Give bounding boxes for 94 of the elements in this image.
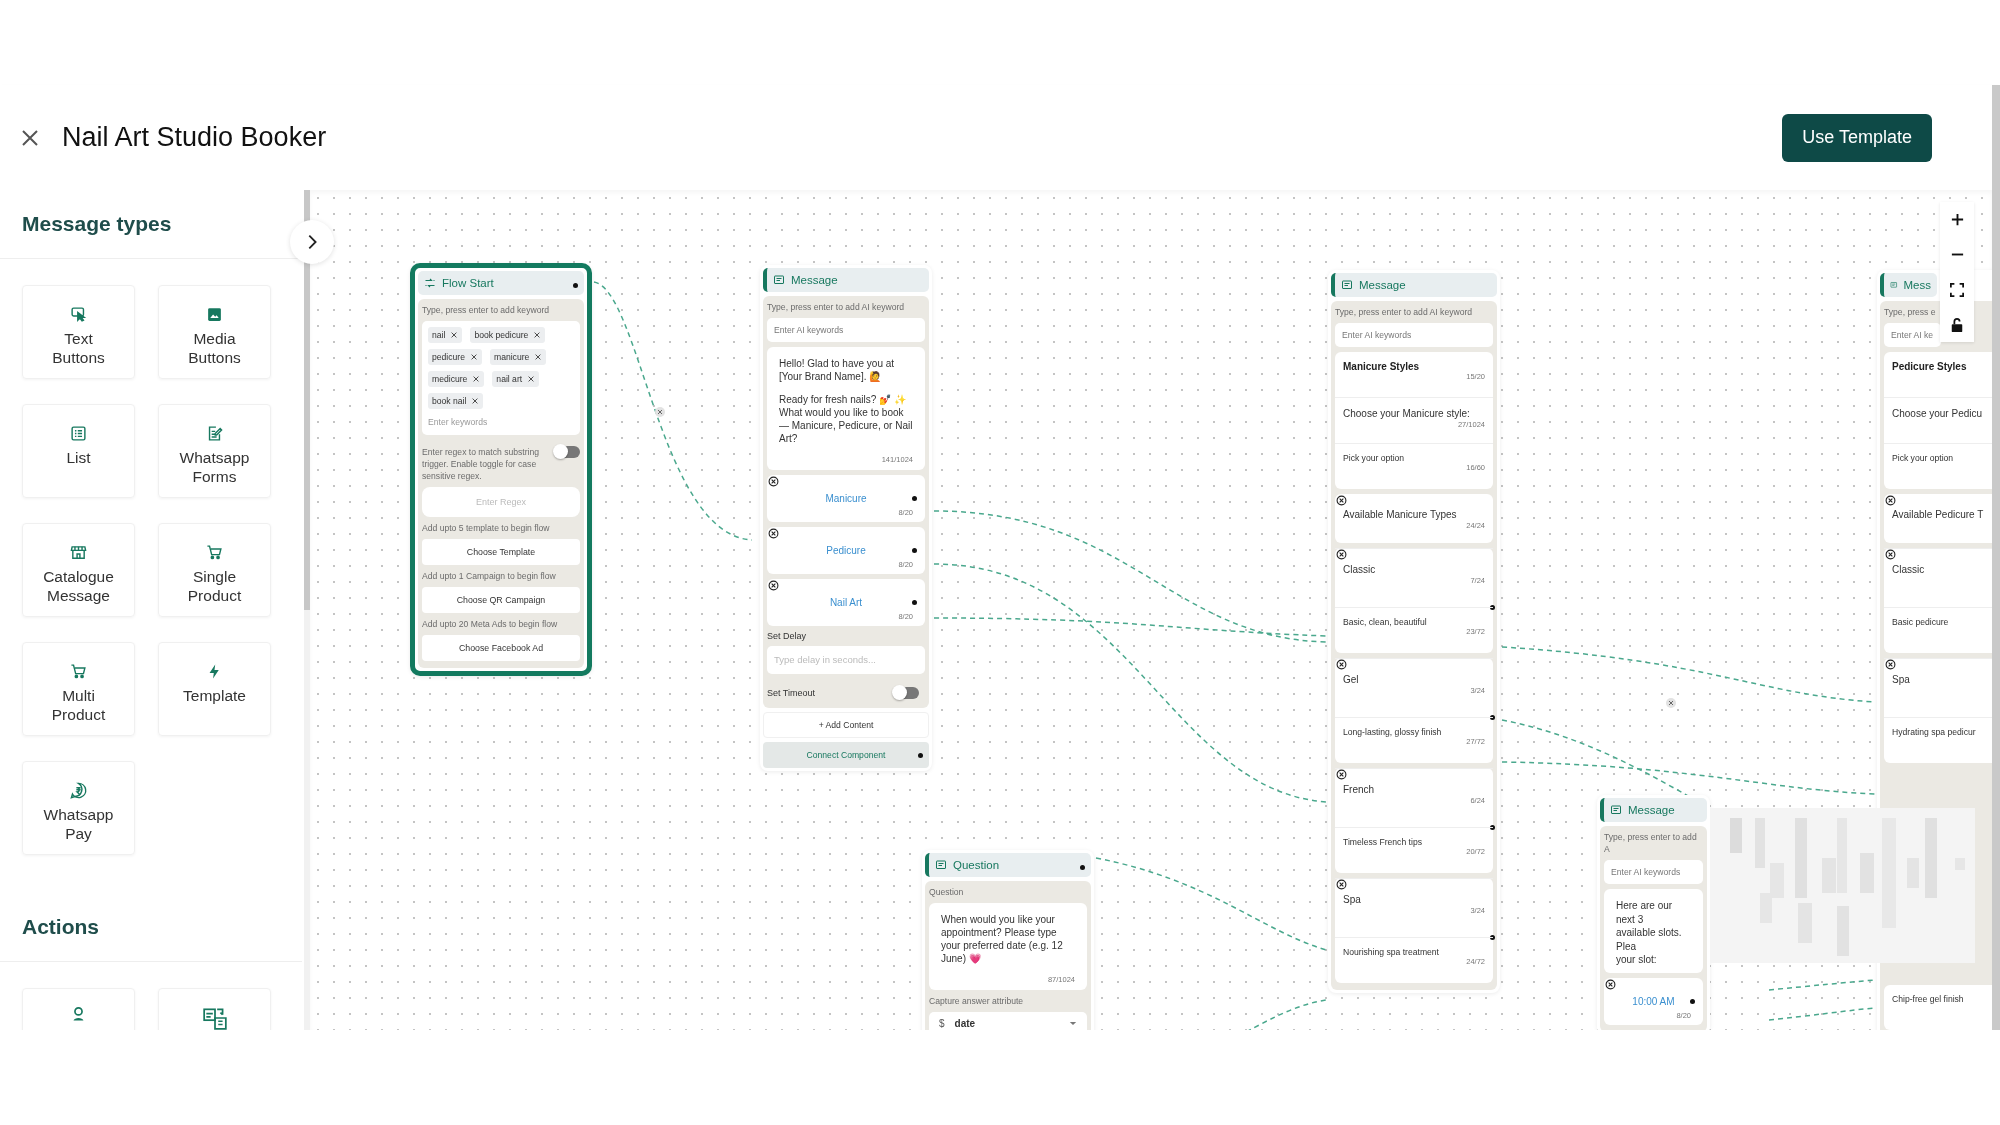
message-type-card[interactable]: Catalogue Message — [22, 523, 135, 617]
keyword-field[interactable]: Enter AI ke — [1884, 323, 1941, 348]
row-title: French — [1343, 783, 1376, 797]
list-body-text: Choose your Pedicu — [1892, 407, 1984, 421]
keyword-tag: book nail — [428, 393, 484, 410]
list-row[interactable]: Chip-free gel finish — [1884, 985, 1992, 1030]
node-header[interactable]: Question — [925, 853, 1091, 877]
regex-hint: Enter regex to match substring trigger. Enable toggle for case sensitive regex. — [422, 446, 541, 483]
field-label: Type, press enter to add keyword — [422, 304, 551, 317]
message-type-card[interactable]: Template — [158, 642, 271, 736]
card-label: Template — [182, 686, 247, 706]
row-title: Classic — [1343, 563, 1377, 577]
list-row[interactable]: Spa Hydrating spa pedicur — [1884, 658, 1992, 764]
row-title: Classic — [1892, 563, 1926, 577]
keyword-field[interactable]: nail book pedicure pedicure manicure medicure nail art book nail Enter keywords — [422, 321, 580, 436]
card-label: Text Buttons — [51, 329, 106, 368]
field-label: Type, press enter to add AI keyword — [1335, 306, 1474, 319]
message-text: Ready for fresh nails? 💅 ✨ What would you like to book — Manicure, Pedicure, or Nail Art? — [779, 393, 913, 446]
button-label: Nail Art — [829, 597, 863, 609]
keyword-field[interactable]: Enter AI keywords — [1335, 323, 1493, 348]
card-label: Whatsapp Pay — [42, 805, 115, 844]
section-title: Message types — [22, 212, 172, 236]
message-text: Hello! Glad to have you at [Your Brand Name]. 🙋 — [779, 357, 896, 384]
card-label: Whatsapp Forms — [178, 448, 251, 487]
question-text: When would you like your appointment? Please type your preferred date (e.g. 12 June) 💗 — [941, 913, 1064, 966]
row-title: Spa — [1892, 673, 1911, 687]
choose-button[interactable]: Choose Facebook Ad — [422, 635, 580, 662]
button-label: Manicure — [825, 493, 867, 505]
message-type-card[interactable]: Whatsapp Forms — [158, 404, 271, 498]
row-description: Long-lasting, glossy finish — [1343, 727, 1443, 738]
card-label: List — [65, 448, 92, 468]
field-label: Type, press e — [1884, 306, 1937, 319]
field-label: Capture answer attribute — [929, 995, 1025, 1008]
keyword-tag: medicure — [428, 371, 485, 388]
delay-field[interactable]: Type delay in seconds... — [767, 646, 925, 675]
section-title: Available Pedicure T — [1892, 508, 1985, 522]
card-label: Multi Product — [50, 686, 107, 725]
keyword-tag: book pedicure — [470, 327, 546, 344]
row-description: Basic, clean, beautiful — [1343, 617, 1428, 628]
card-label: Catalogue Message — [42, 567, 115, 606]
use-template-button[interactable]: Use Template — [1782, 113, 1932, 162]
attribute-dropdown[interactable]: $ date — [929, 1012, 1087, 1030]
message-type-card[interactable]: Whatsapp Pay — [22, 761, 135, 855]
keyword-tag: pedicure — [428, 349, 482, 366]
node-header[interactable]: Message — [763, 268, 929, 292]
message-type-card[interactable]: Single Product — [158, 523, 271, 617]
node-header[interactable]: Flow Start — [418, 271, 584, 295]
list-footer-text: Pick your option — [1343, 453, 1406, 464]
page-title: Nail Art Studio Booker — [62, 122, 327, 153]
regex-field[interactable]: Enter Regex — [422, 487, 580, 518]
message-type-card[interactable]: Multi Product — [22, 642, 135, 736]
keyword-placeholder: Enter keywords — [428, 416, 489, 430]
row-description: Timeless French tips — [1343, 837, 1423, 848]
choose-button[interactable]: Choose QR Campaign — [422, 587, 580, 614]
card-label: Single Product — [186, 567, 243, 606]
field-label: Add upto 20 Meta Ads to begin flow — [422, 618, 559, 631]
section-title: Actions — [22, 915, 99, 939]
field-label: Add upto 1 Campaign to begin flow — [422, 570, 557, 583]
button-label: Pedicure — [826, 545, 866, 557]
field-label: Set Delay — [767, 631, 808, 642]
button-label: 10:00 AM — [1632, 995, 1675, 1007]
section-title: Available Manicure Types — [1343, 508, 1458, 522]
row-description: Chip-free gel finish — [1892, 994, 1965, 1005]
field-label: Question — [929, 886, 965, 899]
row-description: Hydrating spa pedicur — [1892, 727, 1977, 738]
connect-component-button[interactable]: Connect Component — [763, 742, 929, 769]
list-heading: Manicure Styles — [1343, 361, 1421, 373]
message-text: your slot: — [1616, 953, 1658, 967]
card-label: Media Buttons — [187, 329, 242, 368]
list-heading: Pedicure Styles — [1892, 361, 1968, 373]
row-title: Gel — [1343, 673, 1360, 687]
field-label: Type, press enter to add AI keyword — [767, 301, 906, 314]
node-header[interactable]: Mess — [1880, 273, 1937, 297]
choose-button[interactable]: Choose Template — [422, 539, 580, 566]
field-label: Set Timeout — [767, 688, 816, 699]
row-title: Spa — [1343, 893, 1362, 907]
node-header[interactable]: Message — [1331, 273, 1497, 297]
field-label: Add upto 5 template to begin flow — [422, 522, 551, 535]
list-body-text: Choose your Manicure style: — [1343, 407, 1471, 421]
add-content-button[interactable]: + Add Content — [763, 712, 929, 739]
keyword-field[interactable]: Enter AI keywords — [767, 318, 925, 343]
keyword-tag: nail art — [492, 371, 540, 388]
row-description: Nourishing spa treatment — [1343, 947, 1440, 958]
node-header[interactable]: Message — [1600, 798, 1707, 822]
keyword-tag: nail — [428, 327, 463, 344]
list-row[interactable]: Classic Basic pedicure — [1884, 548, 1992, 654]
message-type-card[interactable]: Media Buttons — [158, 285, 271, 379]
keyword-tag: manicure — [489, 349, 547, 366]
keyword-field[interactable]: Enter AI keywords — [1604, 860, 1703, 885]
message-type-card[interactable]: List — [22, 404, 135, 498]
row-description: Basic pedicure — [1892, 617, 1950, 628]
field-label: Type, press enter to add A — [1604, 831, 1698, 856]
message-type-card[interactable]: Text Buttons — [22, 285, 135, 379]
list-footer-text: Pick your option — [1892, 453, 1955, 464]
